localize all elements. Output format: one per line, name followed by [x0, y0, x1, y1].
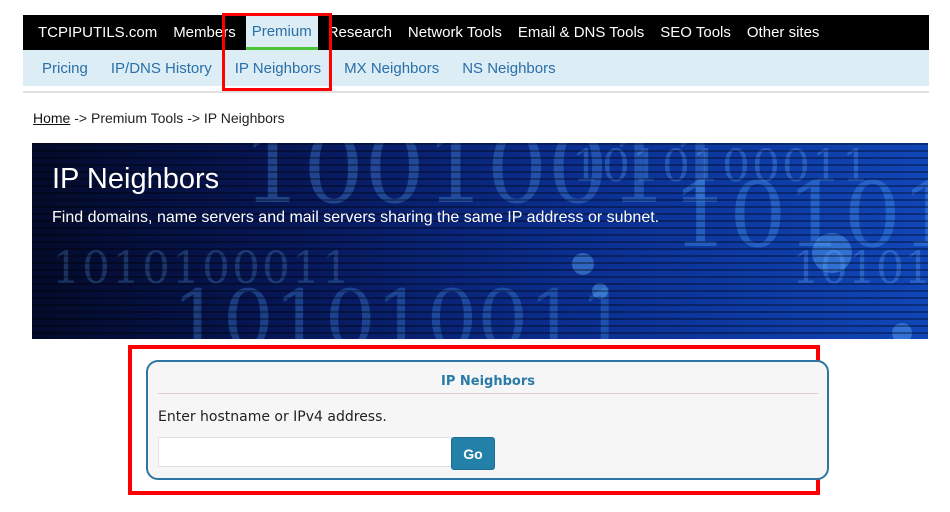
top-nav-seo-tools[interactable]: SEO Tools [660, 15, 731, 50]
top-nav-network-tools[interactable]: Network Tools [408, 15, 502, 50]
go-button[interactable]: Go [451, 437, 495, 470]
top-nav: TCPIPUTILS.com Members Premium Research … [23, 15, 929, 50]
sub-nav-mx-neighbors[interactable]: MX Neighbors [344, 60, 439, 77]
breadcrumb-home-link[interactable]: Home [33, 110, 70, 126]
form-title: IP Neighbors [158, 374, 818, 394]
sub-nav: Pricing IP/DNS History IP Neighbors MX N… [23, 50, 929, 86]
breadcrumb: Home -> Premium Tools -> IP Neighbors [33, 110, 285, 126]
top-nav-premium[interactable]: Premium [245, 15, 318, 50]
sub-nav-pricing[interactable]: Pricing [42, 60, 88, 77]
hostname-label: Enter hostname or IPv4 address. [158, 409, 387, 425]
ip-neighbors-form: IP Neighbors Enter hostname or IPv4 addr… [146, 360, 829, 480]
top-nav-members[interactable]: Members [173, 15, 236, 50]
sub-nav-ip-dns-history[interactable]: IP/DNS History [111, 60, 212, 77]
hostname-input[interactable] [158, 437, 452, 467]
site-header: TCPIPUTILS.com Members Premium Research … [23, 15, 929, 93]
sub-nav-ip-neighbors[interactable]: IP Neighbors [235, 60, 321, 77]
hero-subtitle: Find domains, name servers and mail serv… [52, 209, 660, 226]
hero-title: IP Neighbors [52, 163, 220, 195]
top-nav-email-dns-tools[interactable]: Email & DNS Tools [518, 15, 644, 50]
top-nav-other-sites[interactable]: Other sites [747, 15, 820, 50]
sub-nav-ns-neighbors[interactable]: NS Neighbors [462, 60, 555, 77]
hero-banner: 10010011 1010100011 10101 1010100011 101… [32, 143, 928, 339]
breadcrumb-trail: -> Premium Tools -> IP Neighbors [70, 110, 285, 126]
top-nav-home-logo[interactable]: TCPIPUTILS.com [38, 15, 157, 50]
top-nav-research[interactable]: Research [328, 15, 392, 50]
